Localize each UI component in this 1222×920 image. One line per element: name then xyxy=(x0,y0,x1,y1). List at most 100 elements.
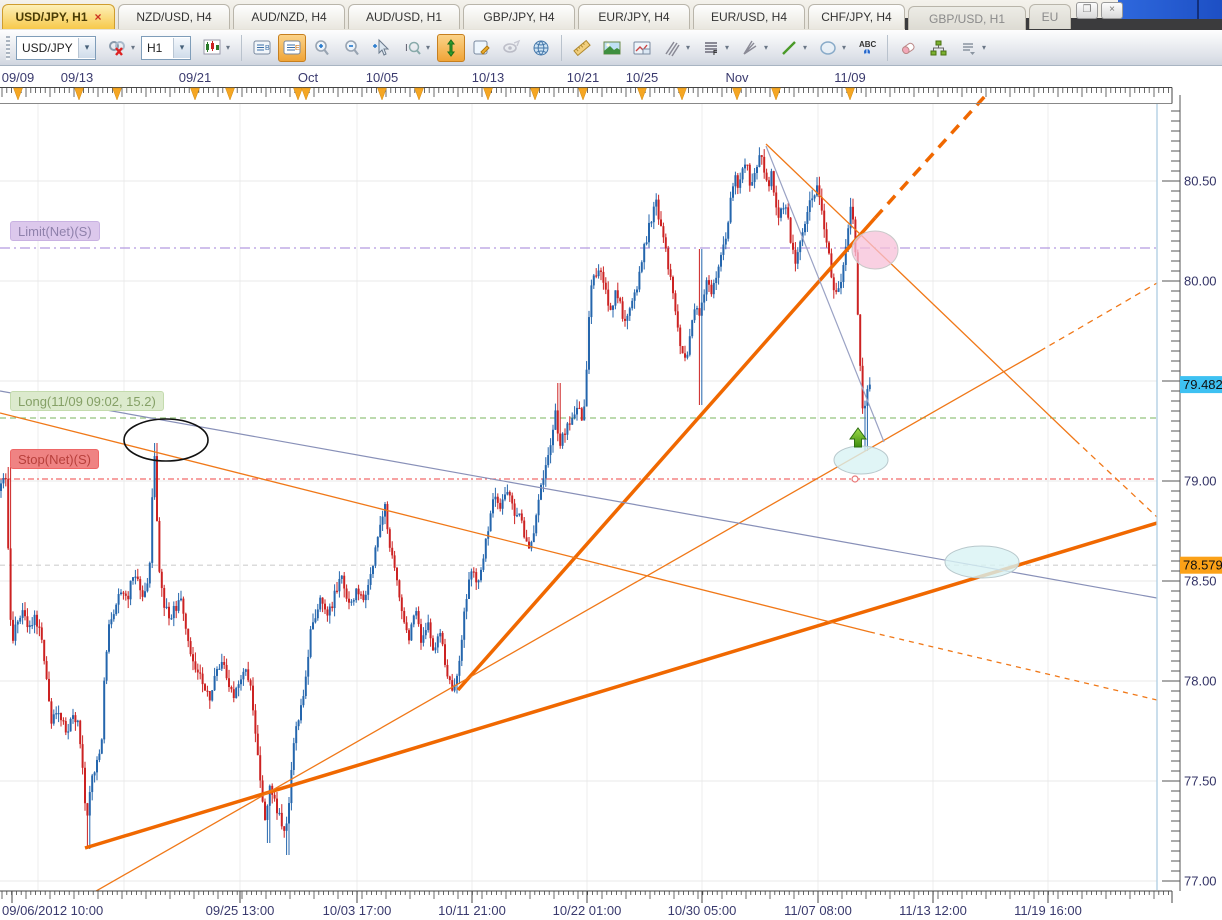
symbol-select-value: USD/JPY xyxy=(17,41,78,55)
tab-gbp-usd-h1[interactable]: GBP/USD, H1 xyxy=(908,6,1026,31)
chevron-down-icon[interactable]: ▾ xyxy=(226,43,235,52)
chevron-down-icon[interactable]: ▾ xyxy=(686,43,695,52)
day-marker-icon xyxy=(14,88,23,100)
svg-text:09/13: 09/13 xyxy=(61,70,94,85)
zoom-in-button[interactable] xyxy=(308,34,336,62)
edit-notes-icon xyxy=(471,38,491,58)
chart-type-button[interactable] xyxy=(198,34,226,62)
window-buttons: ❐× xyxy=(1076,2,1123,19)
tab-eur-usd-h4[interactable]: EUR/USD, H4 xyxy=(693,4,805,29)
chevron-down-icon[interactable]: ▾ xyxy=(426,43,435,52)
resistance-gentle-ext xyxy=(870,632,1157,700)
text-anchor-icon: ABC xyxy=(857,38,877,58)
tab-label: GBP/USD, H1 xyxy=(929,12,1005,26)
tab-close-icon[interactable]: × xyxy=(95,10,102,24)
ellipse-tool-button[interactable] xyxy=(814,34,842,62)
toolbar-separator xyxy=(561,35,562,61)
chevron-down-icon[interactable]: ▾ xyxy=(173,38,190,58)
tab-eu[interactable]: EU xyxy=(1029,4,1071,29)
tab-chf-jpy-h4[interactable]: CHF/JPY, H4 xyxy=(808,4,905,29)
chevron-down-icon[interactable]: ▾ xyxy=(78,38,95,58)
svg-text:09/06/2012 10:00: 09/06/2012 10:00 xyxy=(2,903,103,918)
pointer-zoom-button[interactable] xyxy=(368,34,396,62)
top-time-ruler[interactable]: 09/0909/1309/21Oct10/0510/1310/2110/25No… xyxy=(0,70,1172,104)
day-marker-icon xyxy=(302,88,311,100)
export-chart-button[interactable] xyxy=(628,34,656,62)
trendline-tool-button[interactable] xyxy=(775,34,803,62)
tab-eur-jpy-h4[interactable]: EUR/JPY, H4 xyxy=(578,4,690,29)
tab-usd-jpy-h1[interactable]: USD/JPY, H1× xyxy=(2,4,115,29)
svg-text:I: I xyxy=(405,43,408,54)
close-window-button-icon[interactable]: × xyxy=(1101,2,1123,19)
levels-tool-button[interactable]: F xyxy=(697,34,725,62)
cyan-zone-1 xyxy=(834,446,888,474)
chart-canvas[interactable]: 80.5080.0079.0078.5078.0077.5077.0079.48… xyxy=(0,0,1222,920)
svg-text:10/13: 10/13 xyxy=(472,70,505,85)
svg-text:79.00: 79.00 xyxy=(1184,474,1217,489)
day-marker-icon xyxy=(113,88,122,100)
timeframe-select[interactable]: H1▾ xyxy=(141,36,191,60)
objects-list-button[interactable] xyxy=(954,34,982,62)
tab-label: EU xyxy=(1042,10,1059,24)
fit-vertical-icon xyxy=(441,38,461,58)
channel-steep-ext xyxy=(875,95,986,218)
edit-notes-button[interactable] xyxy=(467,34,495,62)
limit-order-badge[interactable]: Limit(Net)(S) xyxy=(10,221,100,241)
web-globe-button[interactable] xyxy=(527,34,555,62)
tab-label: EUR/JPY, H4 xyxy=(598,10,669,24)
svg-text:78.579: 78.579 xyxy=(1183,558,1222,573)
visibility-button[interactable] xyxy=(497,34,525,62)
toolbar-grip[interactable] xyxy=(6,36,10,60)
svg-text:Oct: Oct xyxy=(298,70,319,85)
workspace-layout-button[interactable]: B xyxy=(248,34,276,62)
tab-aud-nzd-h4[interactable]: AUD/NZD, H4 xyxy=(233,4,345,29)
svg-text:80.00: 80.00 xyxy=(1184,274,1217,289)
svg-text:09/09: 09/09 xyxy=(2,70,35,85)
pink-zone xyxy=(852,231,898,269)
tab-aud-usd-h1[interactable]: AUD/USD, H1 xyxy=(348,4,460,29)
stop-order-badge[interactable]: Stop(Net)(S) xyxy=(10,449,99,469)
text-label-tool-button[interactable]: ABC xyxy=(853,34,881,62)
levels-icon: F xyxy=(701,38,721,58)
chevron-down-icon[interactable]: ▾ xyxy=(842,43,851,52)
ellipse-annotations[interactable] xyxy=(124,231,1019,578)
long-position-badge[interactable]: Long(11/09 09:02, 15.2) xyxy=(10,391,164,411)
candlesticks xyxy=(0,147,871,855)
box-zoom-button[interactable]: I xyxy=(398,34,426,62)
unlink-symbol-button[interactable] xyxy=(103,34,131,62)
zoom-out-button[interactable] xyxy=(338,34,366,62)
desktop-seam xyxy=(1197,0,1199,19)
chevron-down-icon[interactable]: ▾ xyxy=(803,43,812,52)
chevron-down-icon[interactable]: ▾ xyxy=(725,43,734,52)
chevron-down-icon[interactable]: ▾ xyxy=(982,43,991,52)
desktop-fragment xyxy=(1118,0,1222,19)
insert-image-button[interactable] xyxy=(598,34,626,62)
chevron-down-icon[interactable]: ▾ xyxy=(131,43,140,52)
svg-text:E: E xyxy=(295,45,300,52)
svg-text:09/25 13:00: 09/25 13:00 xyxy=(206,903,275,918)
day-marker-icon xyxy=(678,88,687,100)
objects-tree-button[interactable] xyxy=(924,34,952,62)
toolbar-separator xyxy=(241,35,242,61)
tab-label: CHF/JPY, H4 xyxy=(821,10,891,24)
fibonacci-tool-button[interactable] xyxy=(658,34,686,62)
eraser-tool-button[interactable] xyxy=(894,34,922,62)
fit-vertical-scale-button[interactable] xyxy=(437,34,465,62)
order-level-lines[interactable] xyxy=(0,248,1157,565)
restore-window-button-icon[interactable]: ❐ xyxy=(1076,2,1098,19)
chevron-down-icon[interactable]: ▾ xyxy=(764,43,773,52)
trendlines[interactable] xyxy=(0,95,1157,920)
svg-text:79.482: 79.482 xyxy=(1183,377,1222,392)
day-marker-icon xyxy=(378,88,387,100)
day-marker-icon xyxy=(772,88,781,100)
tab-label: NZD/USD, H4 xyxy=(136,10,211,24)
pitchfork-tool-button[interactable] xyxy=(736,34,764,62)
chart-layout-button[interactable]: E xyxy=(278,34,306,62)
svg-text:11/13 12:00: 11/13 12:00 xyxy=(899,903,967,918)
symbol-select[interactable]: USD/JPY▾ xyxy=(16,36,96,60)
ruler-tool-button[interactable] xyxy=(568,34,596,62)
svg-text:ABC: ABC xyxy=(859,40,877,49)
tab-gbp-jpy-h4[interactable]: GBP/JPY, H4 xyxy=(463,4,575,29)
tab-nzd-usd-h4[interactable]: NZD/USD, H4 xyxy=(118,4,230,29)
toolbar-separator xyxy=(887,35,888,61)
